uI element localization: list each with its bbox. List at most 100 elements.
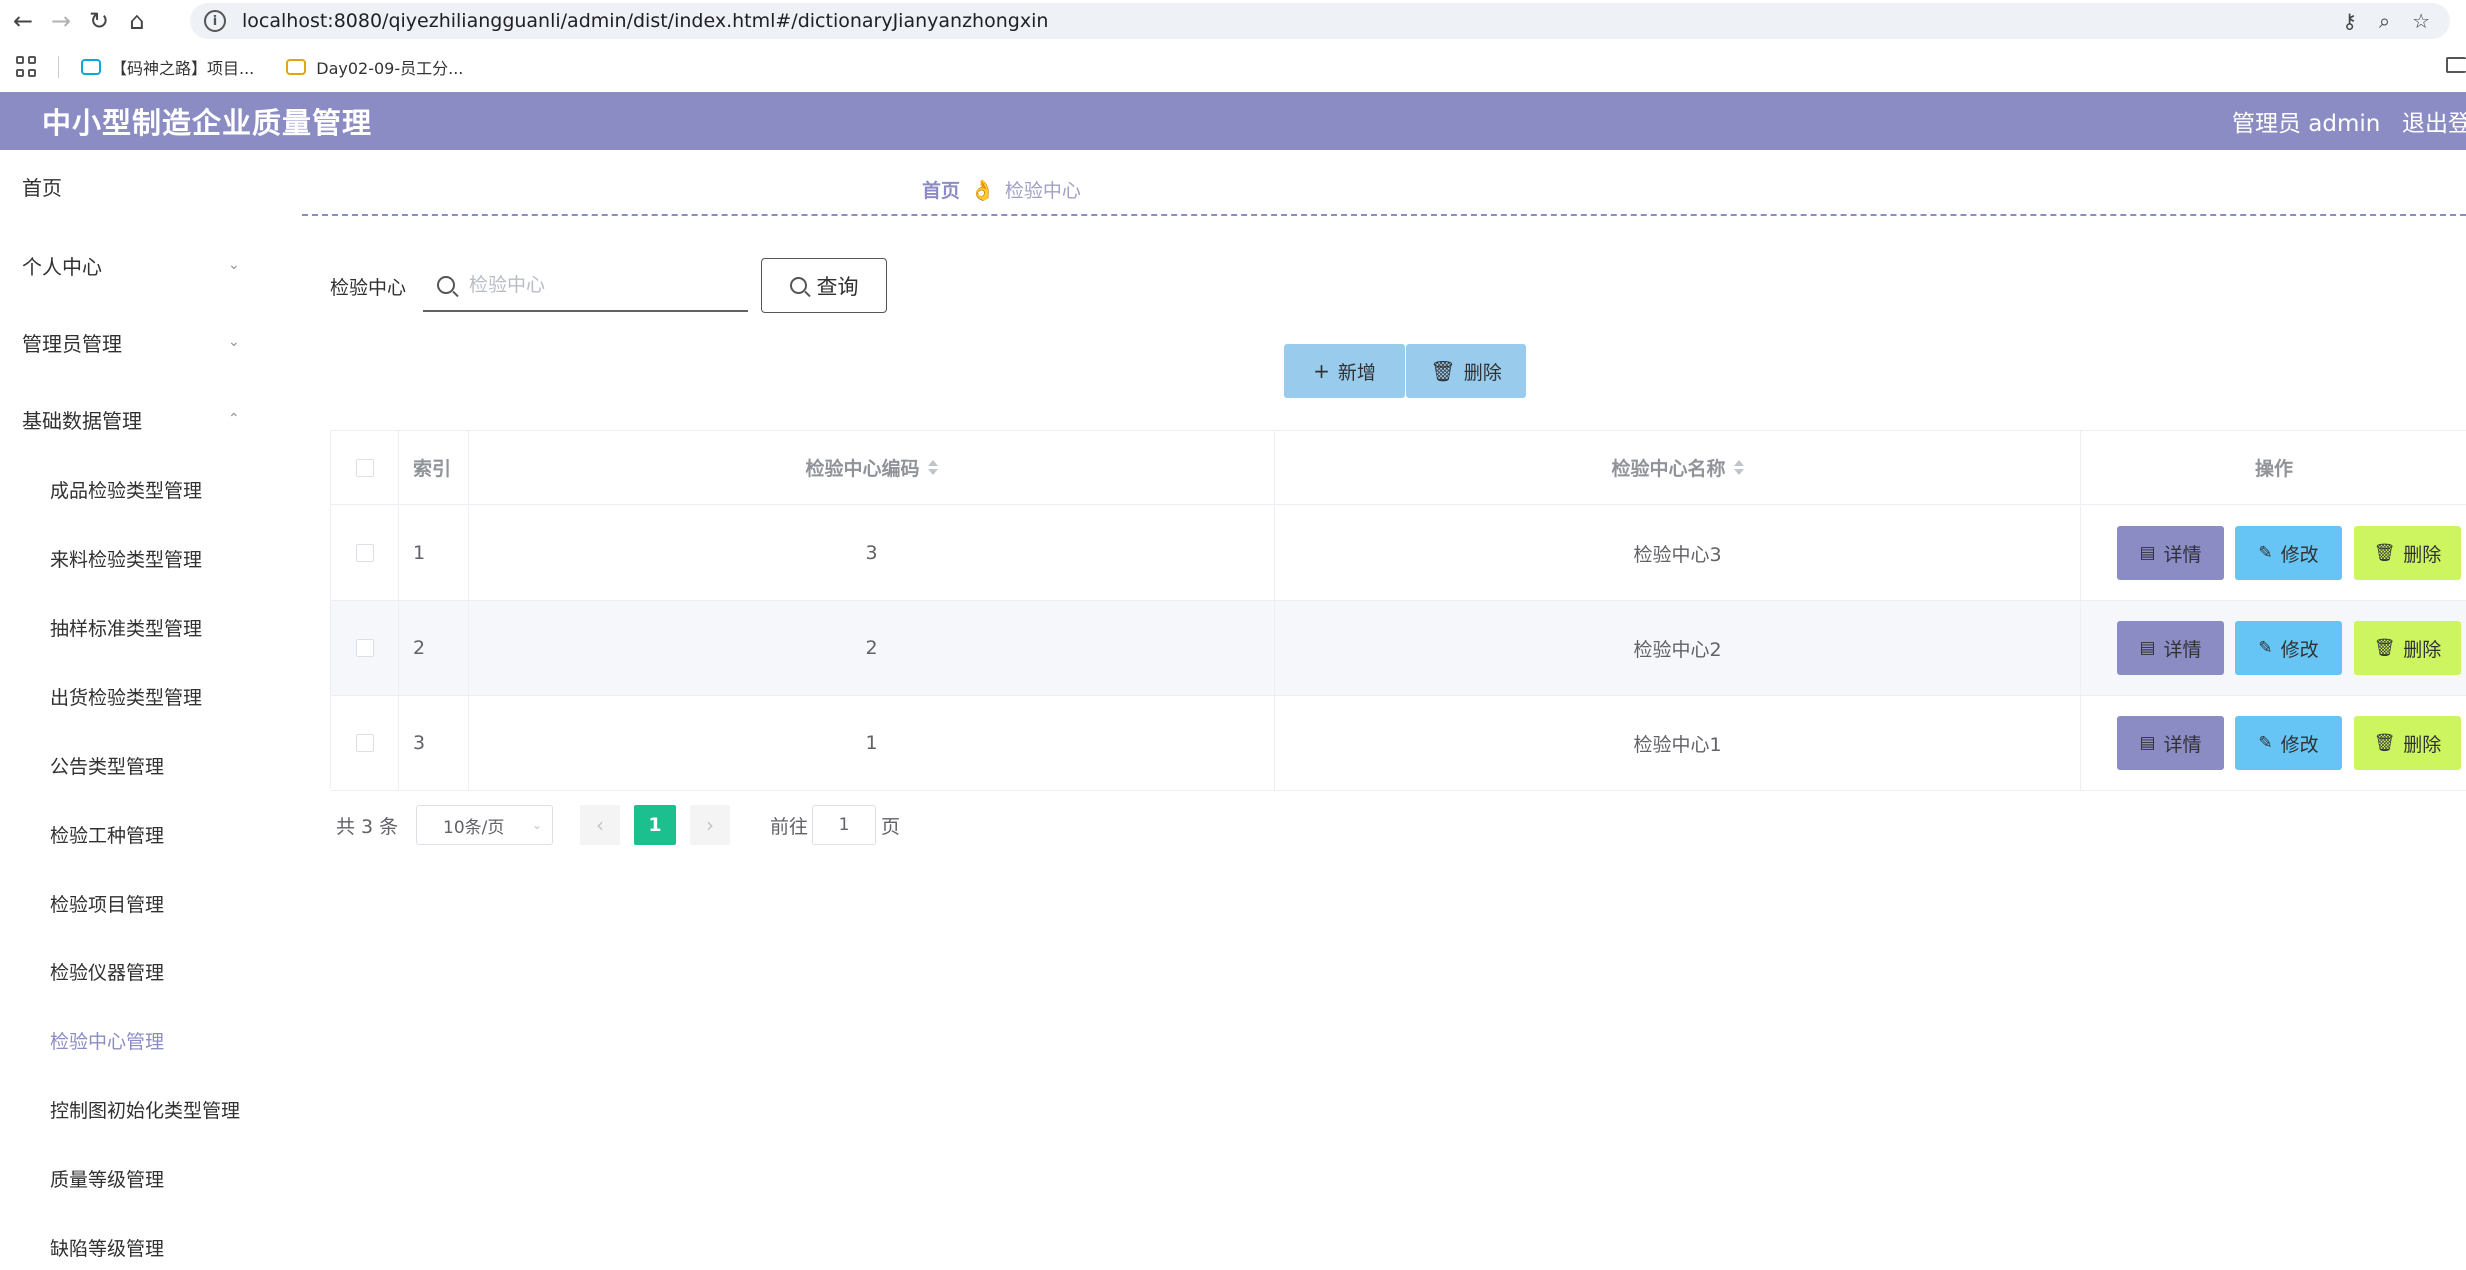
chevron-left-icon: ‹ — [596, 813, 604, 837]
sidebar-subitem[interactable]: 检验项目管理 — [0, 881, 262, 925]
sidebar-item-home[interactable]: 首页 — [0, 161, 262, 211]
detail-button[interactable]: ▤ 详情 — [2117, 621, 2224, 675]
sidebar-subitem-label: 成品检验类型管理 — [50, 479, 203, 502]
sidebar-item-basic-data[interactable]: 基础数据管理 ⌃ — [0, 394, 262, 444]
delete-button[interactable]: 🗑 删除 — [2354, 716, 2461, 770]
breadcrumb-current: 检验中心 — [1004, 180, 1081, 202]
page-size-select[interactable]: 10条/页 ⌄ — [416, 805, 553, 845]
sidebar-subitem[interactable]: 公告类型管理 — [0, 743, 262, 787]
delete-button[interactable]: 🗑 删除 — [2354, 526, 2461, 580]
row-checkbox[interactable] — [355, 544, 374, 562]
header-name[interactable]: 检验中心名称 — [1275, 431, 2081, 504]
bilibili-icon — [81, 59, 101, 75]
forward-icon[interactable]: → — [46, 6, 76, 36]
search-field[interactable] — [423, 260, 748, 312]
edit-button[interactable]: ✎ 修改 — [2235, 526, 2342, 580]
sidebar-subitem[interactable]: 抽样标准类型管理 — [0, 605, 262, 649]
table-row: 1 3 检验中心3 ▤ 详情 ✎ 修改 🗑 删除 — [331, 506, 2466, 601]
sidebar-subitem-label: 质量等级管理 — [50, 1168, 165, 1191]
add-button[interactable]: + 新增 — [1284, 344, 1405, 398]
prev-page-button[interactable]: ‹ — [580, 805, 620, 845]
delete-button[interactable]: 🗑 删除 — [2354, 621, 2461, 675]
breadcrumb-home[interactable]: 首页 — [922, 176, 960, 203]
reload-icon[interactable]: ↻ — [84, 6, 114, 36]
sidebar-subitem[interactable]: 检验仪器管理 — [0, 949, 262, 993]
search-icon — [789, 277, 807, 294]
sidebar-subitem[interactable]: 来料检验类型管理 — [0, 536, 262, 580]
header-checkbox-cell — [331, 431, 399, 504]
bookmark-item[interactable]: Day02-09-员工分... — [286, 55, 463, 79]
header-label: 操作 — [2254, 458, 2293, 480]
sidebar-item-label: 个人中心 — [22, 254, 102, 279]
edit-label: 修改 — [2280, 733, 2319, 756]
sidebar-item-admin[interactable]: 管理员管理 ⌄ — [0, 317, 262, 367]
row-code: 3 — [469, 506, 1275, 600]
pencil-icon: ✎ — [2258, 733, 2273, 753]
bookmarks-bar: 【码神之路】项目... Day02-09-员工分... — [0, 42, 2466, 92]
site-info-icon[interactable]: i — [204, 10, 226, 32]
breadcrumb: 首页 👌 检验中心 — [922, 176, 1081, 203]
sidebar-subitem[interactable]: 控制图初始化类型管理 — [0, 1087, 262, 1131]
sort-icon[interactable] — [927, 460, 938, 475]
edit-label: 修改 — [2280, 543, 2319, 566]
address-bar[interactable]: i localhost:8080/qiyezhiliangguanli/admi… — [190, 3, 2450, 39]
row-code: 2 — [469, 601, 1275, 695]
sidebar-subitem[interactable]: 检验工种管理 — [0, 812, 262, 856]
sidebar-subitem-label: 检验中心管理 — [50, 1030, 165, 1053]
detail-button[interactable]: ▤ 详情 — [2117, 526, 2224, 580]
header-code[interactable]: 检验中心编码 — [469, 431, 1275, 504]
apps-grid-icon[interactable] — [16, 56, 38, 78]
row-checkbox[interactable] — [355, 734, 374, 752]
data-table: 索引 检验中心编码 检验中心名称 操作 1 3 检验中心3 ▤ 详情 ✎ 修改 🗑 删… — [330, 430, 2466, 791]
sidebar-subitem[interactable]: 出货检验类型管理 — [0, 674, 262, 718]
folder-icon[interactable] — [2446, 57, 2466, 73]
sidebar-subitem-label: 检验工种管理 — [50, 824, 165, 847]
bilibili-icon — [286, 59, 307, 75]
divider — [302, 214, 2466, 216]
plus-icon: + — [1313, 359, 1330, 383]
sidebar-subitem-label: 检验仪器管理 — [50, 961, 165, 984]
sidebar-subitem-active[interactable]: 检验中心管理 — [0, 1018, 262, 1062]
sidebar-item-label: 基础数据管理 — [22, 408, 142, 433]
bookmark-star-icon[interactable]: ☆ — [2412, 9, 2430, 33]
document-icon: ▤ — [2139, 638, 2156, 658]
home-icon[interactable]: ⌂ — [122, 6, 152, 36]
sidebar-subitem[interactable]: 质量等级管理 — [0, 1156, 262, 1200]
app-header: 中小型制造企业质量管理 管理员 admin 退出登录 — [0, 92, 2466, 150]
sidebar-subitem-label: 抽样标准类型管理 — [50, 617, 203, 640]
header-label: 检验中心编码 — [805, 458, 920, 480]
zoom-icon[interactable]: ⌕ — [2379, 9, 2390, 33]
sidebar-subitem[interactable]: 缺陷等级管理 — [0, 1225, 262, 1269]
goto-page-input[interactable] — [812, 805, 876, 845]
password-key-icon[interactable]: ⚷ — [2342, 9, 2357, 33]
select-all-checkbox[interactable] — [355, 458, 374, 477]
row-checkbox-cell — [331, 601, 399, 695]
page-unit-label: 页 — [881, 815, 901, 838]
sort-icon[interactable] — [1733, 460, 1744, 475]
document-icon: ▤ — [2139, 733, 2156, 753]
row-name: 检验中心1 — [1275, 696, 2081, 790]
search-input[interactable] — [469, 274, 729, 296]
sidebar-subitem[interactable]: 成品检验类型管理 — [0, 467, 262, 511]
edit-button[interactable]: ✎ 修改 — [2235, 716, 2342, 770]
batch-delete-button[interactable]: 🗑 删除 — [1406, 344, 1526, 398]
sidebar-item-label: 管理员管理 — [22, 331, 122, 356]
url-text[interactable]: localhost:8080/qiyezhiliangguanli/admin/… — [242, 10, 1048, 32]
page-number-active[interactable]: 1 — [634, 805, 676, 845]
document-icon: ▤ — [2139, 543, 2156, 563]
bookmark-item[interactable]: 【码神之路】项目... — [81, 55, 254, 79]
query-button[interactable]: 查询 — [761, 258, 887, 313]
detail-button[interactable]: ▤ 详情 — [2117, 716, 2224, 770]
logout-link[interactable]: 退出登录 — [2402, 104, 2466, 138]
row-checkbox[interactable] — [355, 639, 374, 657]
edit-button[interactable]: ✎ 修改 — [2235, 621, 2342, 675]
trash-icon: 🗑 — [2373, 543, 2396, 563]
next-page-button[interactable]: › — [690, 805, 730, 845]
pagination-total: 共 3 条 — [336, 815, 399, 838]
row-index: 3 — [399, 696, 469, 790]
sidebar-item-profile[interactable]: 个人中心 ⌄ — [0, 240, 262, 290]
back-icon[interactable]: ← — [8, 6, 38, 36]
header-actions: 操作 — [2081, 431, 2466, 504]
delete-button-label: 删除 — [1463, 361, 1502, 384]
table-row: 2 2 检验中心2 ▤ 详情 ✎ 修改 🗑 删除 — [331, 601, 2466, 696]
